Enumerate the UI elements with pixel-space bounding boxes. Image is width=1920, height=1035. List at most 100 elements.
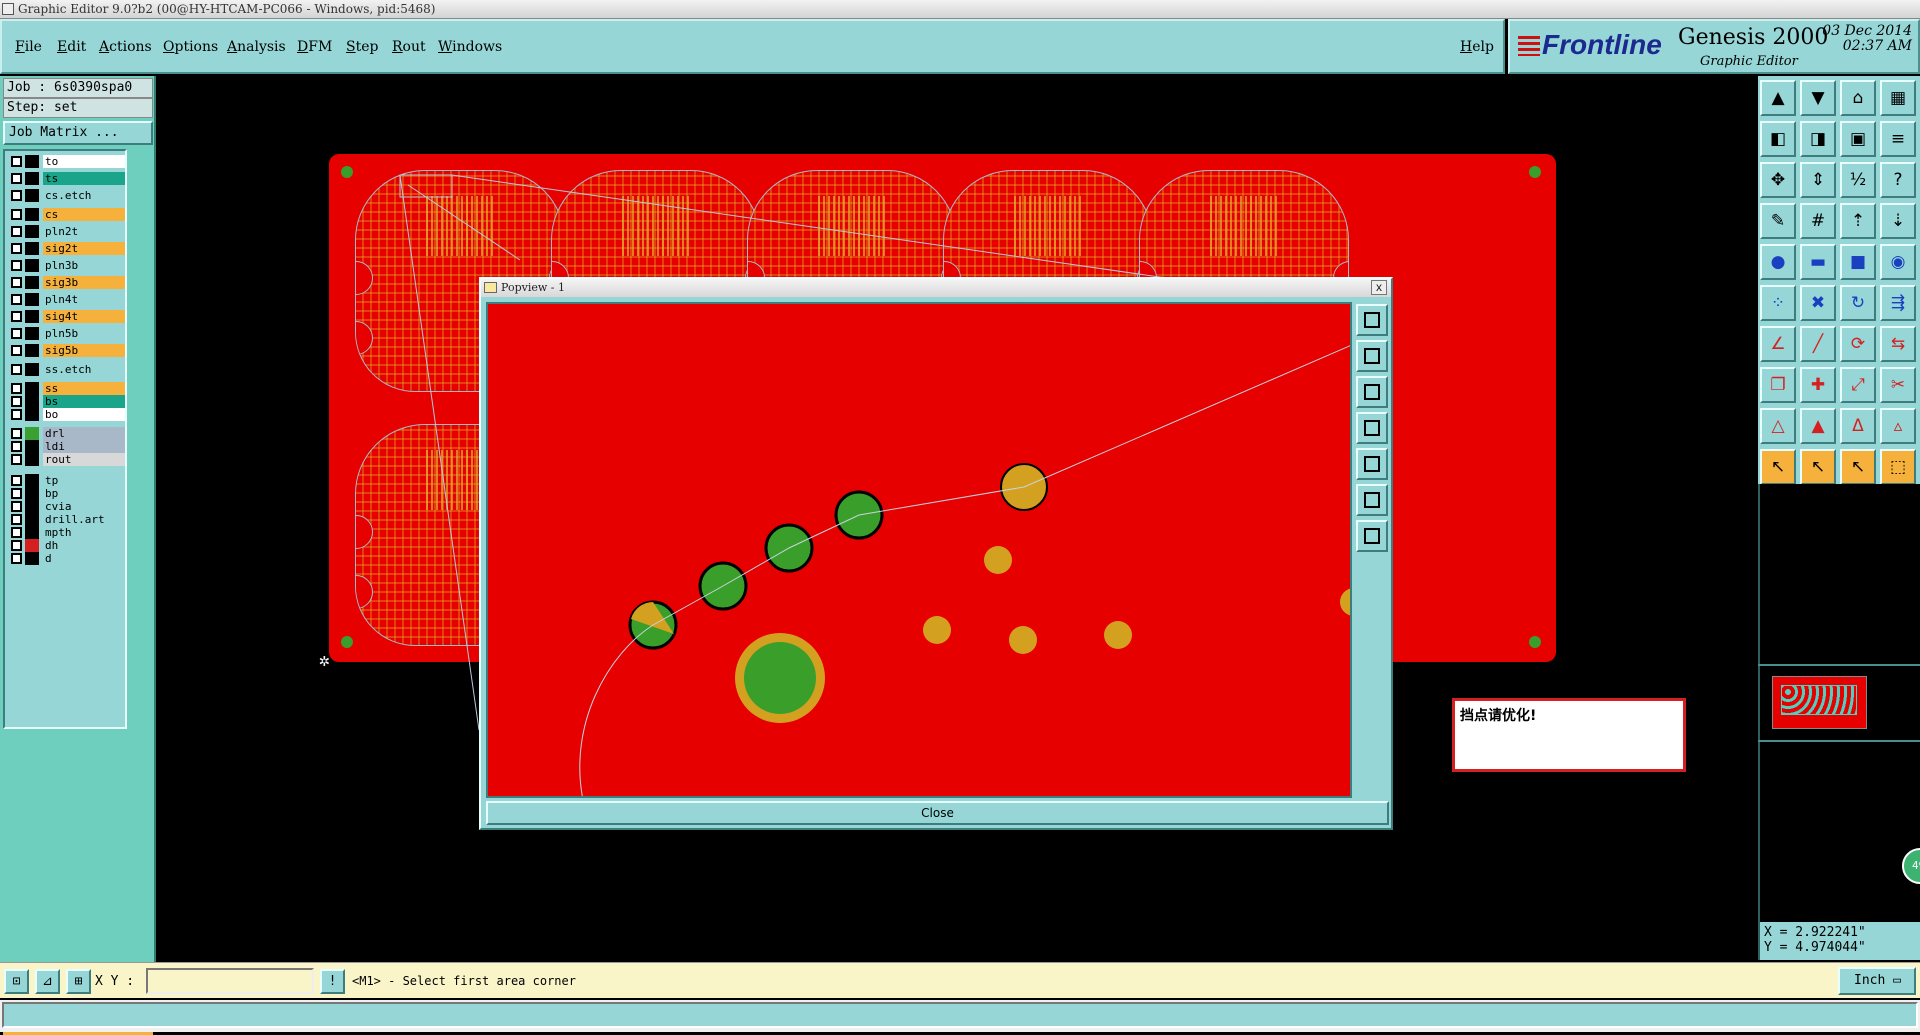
popview-drawing	[579, 345, 1350, 796]
zoom-box	[399, 174, 453, 198]
cross-icon-glyph: ✖	[1810, 293, 1826, 313]
center-icon-glyph	[1364, 528, 1380, 544]
snap-mode-icon[interactable]: ⊡	[4, 969, 29, 994]
layer-down-icon[interactable]: ⇣	[1880, 203, 1916, 239]
fit-height-icon[interactable]: ⇕	[1800, 162, 1836, 198]
zoom-in-icon[interactable]	[1356, 304, 1388, 336]
surface-icon[interactable]: ■	[1840, 244, 1876, 280]
zoom-out-icon[interactable]	[1356, 340, 1388, 372]
delete-icon[interactable]: ✂	[1880, 367, 1916, 403]
triangle-icon[interactable]: △	[1760, 408, 1796, 444]
flip-icon-glyph: ⇆	[1890, 334, 1906, 354]
cross-icon[interactable]: ✖	[1800, 285, 1836, 321]
status-field	[2, 1002, 1918, 1028]
small-pad	[923, 616, 951, 644]
zoom-link-line	[399, 174, 480, 731]
pan-right-icon[interactable]: ◨	[1800, 121, 1836, 157]
grid-icon-glyph: ▦	[1889, 88, 1907, 108]
grid-toggle-icon-glyph: #	[1810, 211, 1826, 231]
thumbnail-board	[1781, 685, 1857, 715]
rotate-icon[interactable]: ⟳	[1840, 326, 1876, 362]
small-pad	[1009, 626, 1037, 654]
cursor-coordinates: X = 2.922241" Y = 4.974044"	[1758, 922, 1920, 960]
fit-icon-glyph	[1364, 456, 1380, 472]
grid-icon[interactable]: ▦	[1880, 80, 1916, 116]
triangle-fill-icon-glyph: ▲	[1811, 416, 1825, 436]
fit-all-icon[interactable]: ✥	[1760, 162, 1796, 198]
pan-left-icon[interactable]: ◧	[1760, 121, 1796, 157]
redraw-icon[interactable]: ≡	[1880, 121, 1916, 157]
zoom-area-icon[interactable]: ▣	[1840, 121, 1876, 157]
zoom-area-icon-glyph: ▣	[1849, 129, 1867, 149]
alert-icon[interactable]: !	[320, 969, 345, 994]
connect-icon[interactable]: ⁘	[1760, 285, 1796, 321]
arc-icon[interactable]: ↻	[1840, 285, 1876, 321]
layer-up-icon[interactable]: ⇡	[1840, 203, 1876, 239]
zoom-up-icon[interactable]: ▼	[1800, 80, 1836, 116]
triangle-b-icon[interactable]: ▵	[1880, 408, 1916, 444]
select-filter-icon-glyph: ↖	[1850, 457, 1866, 477]
move-icon-glyph: ✚	[1810, 375, 1826, 395]
slash-line-icon-glyph: ╱	[1812, 334, 1824, 354]
surface-icon-glyph: ■	[1849, 252, 1867, 272]
popview-canvas[interactable]	[486, 302, 1352, 798]
status-bar	[0, 1000, 1920, 1032]
fit-icon[interactable]	[1356, 448, 1388, 480]
coord-x: X = 2.922241"	[1764, 925, 1866, 940]
board-thumbnail[interactable]	[1772, 676, 1867, 729]
select-add-icon[interactable]: ↖	[1800, 449, 1836, 485]
move-icon[interactable]: ✚	[1800, 367, 1836, 403]
crosshair-cursor-icon: ✲	[319, 650, 330, 671]
pan-left-icon-glyph: ◧	[1769, 129, 1787, 149]
scale-one-to-two-icon[interactable]: ½	[1840, 162, 1876, 198]
route-icon[interactable]: ⇶	[1880, 285, 1916, 321]
select-icon-glyph: ↖	[1770, 457, 1786, 477]
help-icon[interactable]: ?	[1880, 162, 1916, 198]
pan-icon-glyph	[1364, 420, 1380, 436]
xy-input[interactable]	[146, 968, 314, 994]
select-icon[interactable]: ↖	[1760, 449, 1796, 485]
popview-close-button[interactable]: Close	[486, 801, 1389, 825]
home-icon[interactable]: ⌂	[1840, 80, 1876, 116]
grid-toggle-icon[interactable]: #	[1800, 203, 1836, 239]
triangle-fill-icon[interactable]: ▲	[1800, 408, 1836, 444]
slash-line-icon[interactable]: ╱	[1800, 326, 1836, 362]
line-icon[interactable]: ▬	[1800, 244, 1836, 280]
trace-line	[579, 345, 1350, 796]
pan-icon[interactable]	[1356, 412, 1388, 444]
rotate-icon-glyph: ⟳	[1850, 334, 1866, 354]
help-icon-glyph: ?	[1893, 170, 1903, 190]
zoom-window-icon[interactable]	[1356, 376, 1388, 408]
angled-line-icon[interactable]: ∠	[1760, 326, 1796, 362]
layer-down-icon-glyph: ⇣	[1890, 211, 1906, 231]
resize-icon[interactable]: ⤢	[1840, 367, 1876, 403]
popview-close-icon[interactable]: x	[1371, 280, 1387, 295]
zoom-link-line	[407, 184, 521, 261]
triangle-a-icon[interactable]: Δ	[1840, 408, 1876, 444]
pan-right-icon-glyph: ◨	[1809, 129, 1827, 149]
grid-mode-icon[interactable]: ⊞	[66, 969, 91, 994]
coord-y: Y = 4.974044"	[1764, 940, 1866, 955]
pad-icon[interactable]: ●	[1760, 244, 1796, 280]
copy-icon[interactable]: ❐	[1760, 367, 1796, 403]
line-icon-glyph: ▬	[1809, 252, 1827, 272]
center-icon[interactable]	[1356, 520, 1388, 552]
unit-selector[interactable]: Inch ▭	[1838, 967, 1916, 995]
flip-icon[interactable]: ⇆	[1880, 326, 1916, 362]
fit-all-icon[interactable]	[1356, 484, 1388, 516]
zoom-home-icon[interactable]: ▲	[1760, 80, 1796, 116]
home-icon-glyph: ⌂	[1852, 88, 1864, 108]
popview-titlebar[interactable]: Popview - 1 x	[481, 279, 1391, 297]
circle-icon[interactable]: ◉	[1880, 244, 1916, 280]
scale-one-to-two-icon-glyph: ½	[1849, 170, 1867, 190]
small-pad	[984, 546, 1012, 574]
snap-icon[interactable]: ✎	[1760, 203, 1796, 239]
zoom-link-line	[451, 174, 1181, 281]
select-filter-icon[interactable]: ↖	[1840, 449, 1876, 485]
circle-icon-glyph: ◉	[1890, 252, 1906, 272]
fit-all-icon-glyph: ✥	[1770, 170, 1786, 190]
dropdown-icon: ▭	[1893, 973, 1901, 988]
select-area-icon[interactable]: ⬚	[1880, 449, 1916, 485]
measure-icon[interactable]: ⊿	[35, 969, 60, 994]
fit-all-icon-glyph	[1364, 492, 1380, 508]
